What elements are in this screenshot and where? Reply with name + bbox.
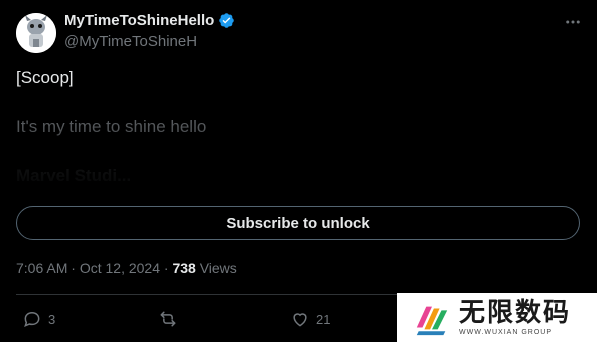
watermark-logo-icon [416, 306, 448, 335]
meta-separator: · [67, 260, 80, 276]
reply-icon [24, 311, 40, 328]
tweet-date[interactable]: Oct 12, 2024 [80, 260, 160, 276]
author-name-row[interactable]: MyTimeToShineHello [64, 12, 235, 29]
more-options-icon[interactable] [563, 12, 583, 32]
tweet-text-line: [Scoop] [16, 68, 74, 87]
watermark-subtitle: WWW.WUXIAN GROUP [459, 329, 552, 336]
meta-separator: · [160, 260, 173, 276]
watermark-title: 无限数码 [459, 298, 572, 328]
avatar[interactable] [16, 13, 56, 53]
retweet-icon [160, 311, 176, 327]
tweet-text-line: It's my time to shine hello [16, 117, 207, 136]
tweet-text-line: Marvel Studi... [16, 166, 132, 185]
tweet-time[interactable]: 7:06 AM [16, 260, 67, 276]
like-button[interactable]: 21 [290, 309, 330, 329]
author-handle[interactable]: @MyTimeToShineH [64, 33, 197, 50]
retweet-button[interactable] [158, 309, 184, 329]
reply-button[interactable]: 3 [22, 309, 55, 329]
subscribe-to-unlock-button[interactable]: Subscribe to unlock [16, 206, 580, 240]
heart-icon [293, 313, 307, 327]
like-count: 21 [316, 311, 331, 327]
author-name[interactable]: MyTimeToShineHello [64, 12, 214, 29]
reply-count: 3 [48, 311, 56, 327]
watermark: 无限数码 WWW.WUXIAN GROUP [397, 293, 597, 342]
views-label: Views [195, 260, 237, 276]
verified-badge-icon [219, 13, 235, 28]
tweet-meta: 7:06 AM · Oct 12, 2024 · 738 Views [16, 260, 237, 276]
views-count: 738 [172, 260, 196, 276]
